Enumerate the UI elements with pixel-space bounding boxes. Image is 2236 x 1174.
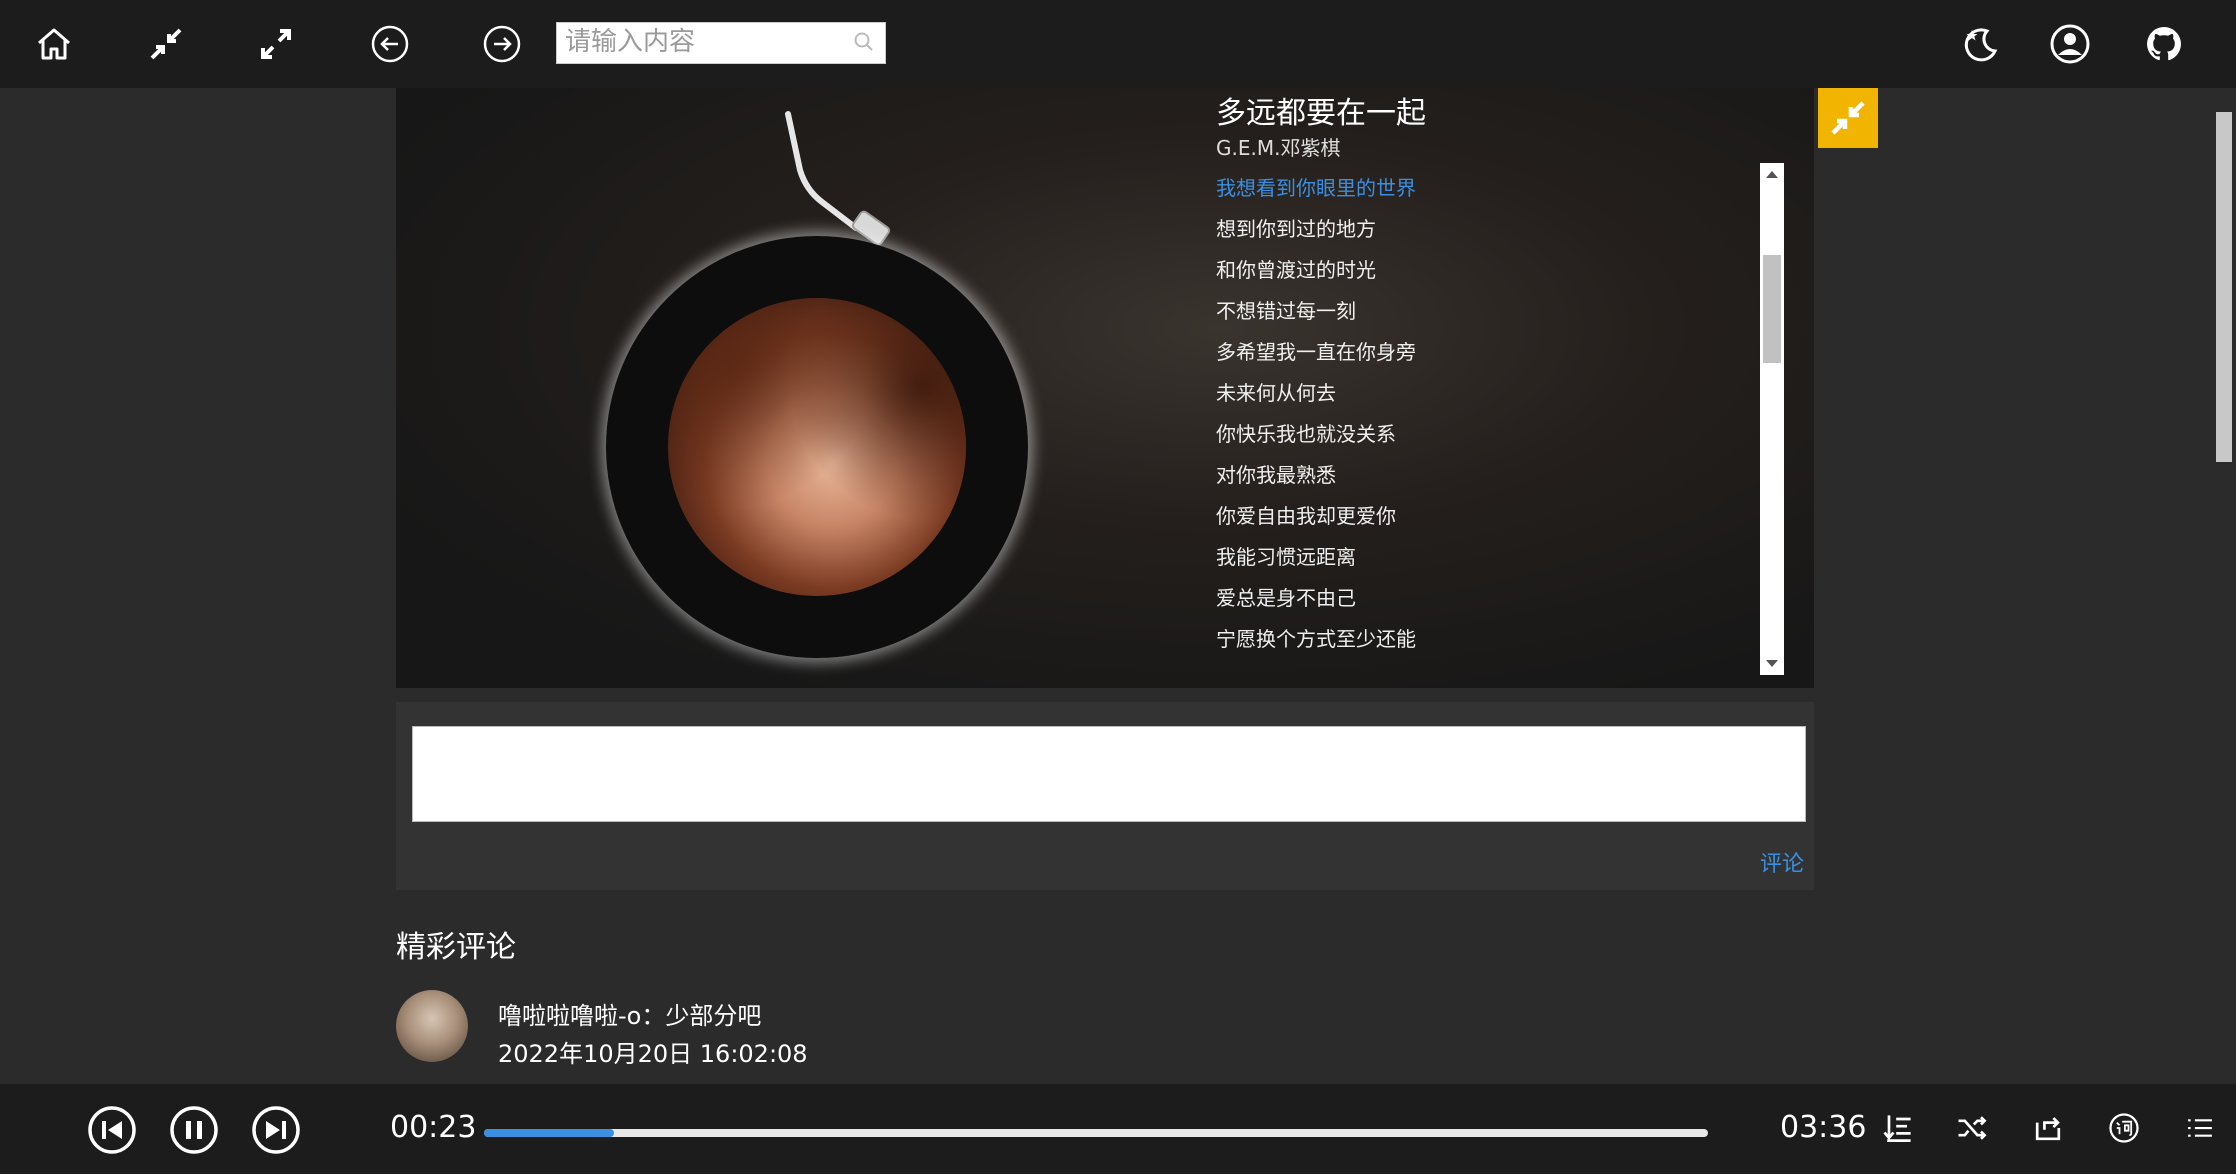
playlist-order-button[interactable] [1878,1108,1918,1148]
progress-bar[interactable] [484,1129,1708,1137]
lyric-line: 你爱自由我却更爱你 [1216,504,1396,528]
search-icon[interactable] [853,31,875,53]
next-icon [252,1106,300,1154]
lyrics-toggle-button[interactable] [2104,1108,2144,1148]
share-button[interactable] [2028,1108,2068,1148]
album-cover [668,298,966,596]
lyric-line-active: 我想看到你眼里的世界 [1216,176,1416,200]
lyric-line: 未来何从何去 [1216,381,1336,405]
search-box [556,22,886,64]
lyric-line: 我能习惯远距离 [1216,545,1356,569]
shrink-icon[interactable] [138,18,194,70]
lyrics-scroll-thumb[interactable] [1763,255,1781,363]
scroll-up-icon[interactable] [1766,171,1778,178]
expand-icon[interactable] [248,18,304,70]
player-bar: 00:23 03:36 [0,1084,2236,1174]
pause-button[interactable] [168,1104,220,1156]
pause-icon [170,1106,218,1154]
github-icon[interactable] [2136,18,2192,70]
lyric-line: 多希望我一直在你身旁 [1216,340,1416,364]
previous-icon [88,1106,136,1154]
comment-form: 评论 [396,702,1814,890]
home-icon[interactable] [26,18,82,70]
previous-button[interactable] [86,1104,138,1156]
lyric-line: 不想错过每一刻 [1216,299,1356,323]
lyrics-list[interactable]: 我想看到你眼里的世界 想到你到过的地方 和你曾渡过的时光 不想错过每一刻 多希望… [1216,168,1746,676]
playlist-icon [2188,1119,2212,1137]
night-mode-icon[interactable] [1952,18,2008,70]
song-artist: G.E.M.邓紫棋 [1216,136,1341,160]
avatar[interactable] [396,990,468,1062]
lyrics-icon [2109,1113,2139,1143]
forward-icon[interactable] [474,18,530,70]
shuffle-icon [1958,1116,1987,1140]
lyric-line: 爱总是身不由己 [1216,586,1356,610]
comment-submit-button[interactable]: 评论 [1760,846,1804,878]
lyric-line: 想到你到过的地方 [1216,217,1376,241]
lyric-line: 宁愿换个方式至少还能 [1216,627,1416,651]
current-time: 00:23 [390,1110,477,1145]
back-icon[interactable] [362,18,418,70]
comment-text: 噜啦啦噜啦-o：少部分吧 [498,1002,762,1030]
playlist-button[interactable] [2180,1108,2220,1148]
page-scrollbar[interactable] [2212,88,2236,1084]
list-order-icon [1883,1115,1911,1142]
scroll-down-icon[interactable] [1766,660,1778,667]
album-disc [606,236,1028,658]
next-button[interactable] [250,1104,302,1156]
comment-time: 2022年10月20日 16:02:08 [498,1040,808,1068]
search-input[interactable] [557,23,835,61]
total-time: 03:36 [1780,1110,1867,1145]
shuffle-button[interactable] [1952,1108,1992,1148]
page-scroll-thumb[interactable] [2216,112,2232,462]
lyric-line: 和你曾渡过的时光 [1216,258,1376,282]
share-icon [2035,1117,2061,1141]
progress-fill [484,1129,614,1137]
user-icon[interactable] [2042,18,2098,70]
hot-comments-title: 精彩评论 [396,930,516,965]
top-bar [0,0,2236,88]
comment-input[interactable] [412,726,1806,822]
shrink-icon [1831,101,1865,135]
collapse-player-button[interactable] [1818,88,1878,148]
lyrics-scrollbar[interactable] [1760,163,1784,675]
song-title: 多远都要在一起 [1216,96,1426,131]
lyric-line: 你快乐我也就没关系 [1216,422,1396,446]
lyric-line: 对你我最熟悉 [1216,463,1336,487]
